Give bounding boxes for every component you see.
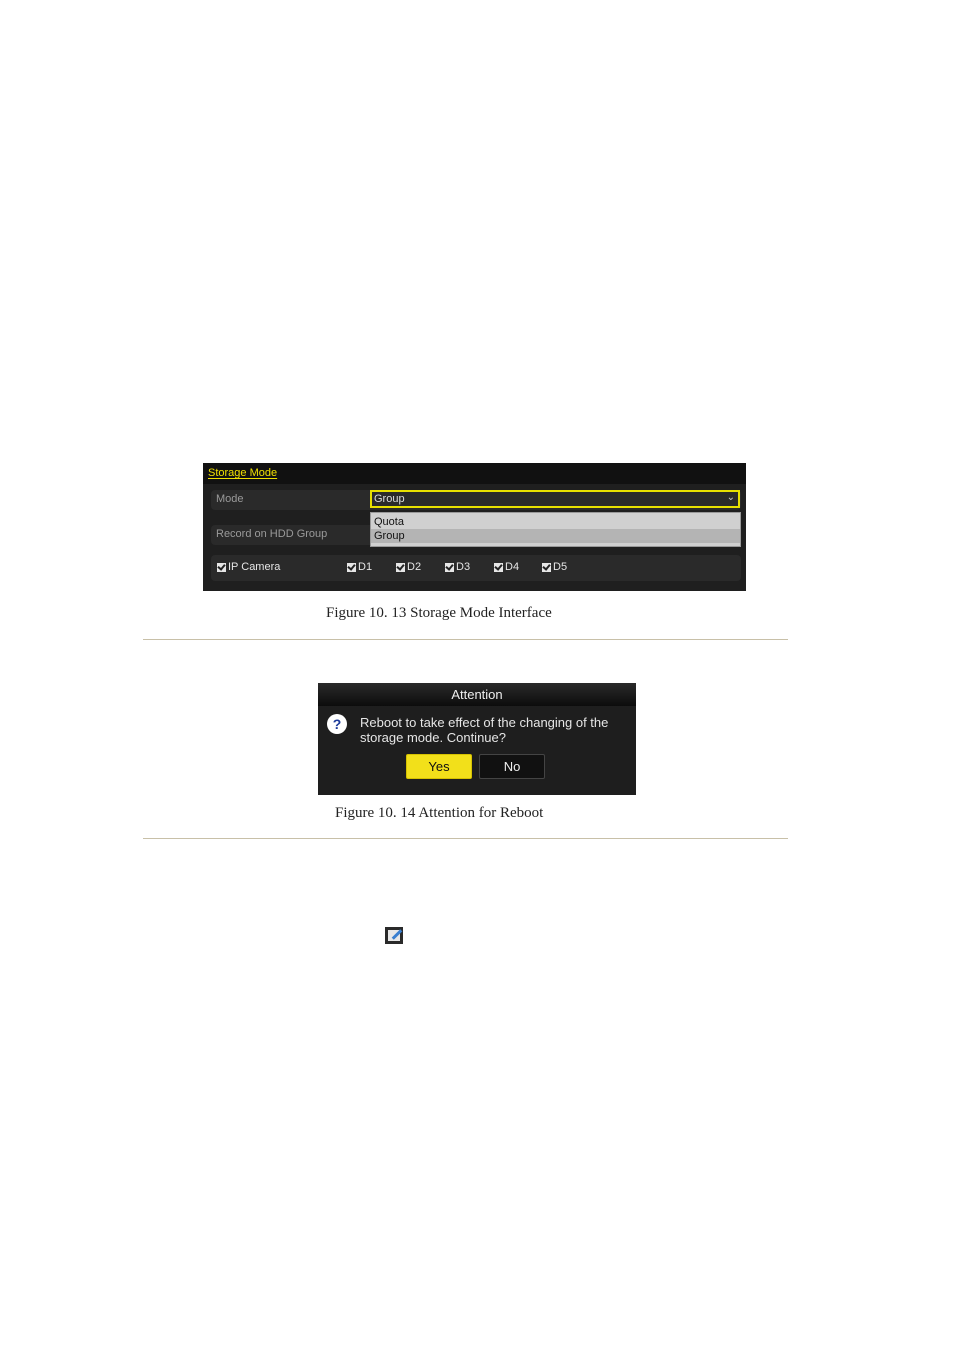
figure-caption: Figure 10. 14 Attention for Reboot	[335, 805, 544, 821]
checkbox-icon	[542, 562, 551, 572]
option-quota[interactable]: Quota	[371, 515, 740, 529]
storage-mode-panel: Storage Mode Mode Group ⌄ Record on HDD …	[203, 463, 746, 591]
checkbox-d2[interactable]: D2	[396, 561, 421, 573]
checkbox-label: D4	[505, 561, 520, 573]
mode-select[interactable]: Group ⌄	[370, 490, 740, 508]
chevron-down-icon: ⌄	[726, 492, 735, 503]
checkbox-label: D1	[358, 561, 373, 573]
record-label: Record on HDD Group	[216, 528, 328, 540]
checkbox-d1[interactable]: D1	[347, 561, 372, 573]
checkbox-label: IP Camera	[228, 561, 281, 573]
figure-caption: Figure 10. 13 Storage Mode Interface	[326, 605, 552, 621]
checkbox-icon	[396, 562, 405, 572]
yes-button[interactable]: Yes	[406, 754, 472, 779]
camera-row: IP Camera D1 D2 D3 D4 D5	[211, 555, 741, 581]
checkbox-icon	[217, 562, 226, 572]
checkbox-ip-camera[interactable]: IP Camera	[217, 561, 280, 573]
no-button[interactable]: No	[479, 754, 545, 779]
divider	[143, 639, 788, 640]
checkbox-d4[interactable]: D4	[494, 561, 519, 573]
mode-dropdown-list: Quota Group	[370, 512, 741, 547]
question-icon: ?	[327, 714, 347, 734]
checkbox-label: D3	[456, 561, 471, 573]
checkbox-d3[interactable]: D3	[445, 561, 470, 573]
mode-select-value: Group	[374, 493, 405, 505]
panel-title: Storage Mode	[208, 467, 278, 479]
checkbox-label: D2	[407, 561, 422, 573]
attention-dialog: Attention ? Reboot to take effect of the…	[318, 683, 636, 795]
panel-header: Storage Mode	[203, 463, 746, 484]
edit-icon	[385, 927, 403, 944]
checkbox-icon	[494, 562, 503, 572]
checkbox-label: D5	[553, 561, 568, 573]
dialog-title: Attention	[318, 683, 636, 706]
divider	[143, 838, 788, 839]
checkbox-d5[interactable]: D5	[542, 561, 567, 573]
mode-label: Mode	[216, 493, 244, 505]
dialog-message: Reboot to take effect of the changing of…	[360, 715, 609, 745]
option-group[interactable]: Group	[371, 529, 740, 543]
checkbox-icon	[445, 562, 454, 572]
checkbox-icon	[347, 562, 356, 572]
